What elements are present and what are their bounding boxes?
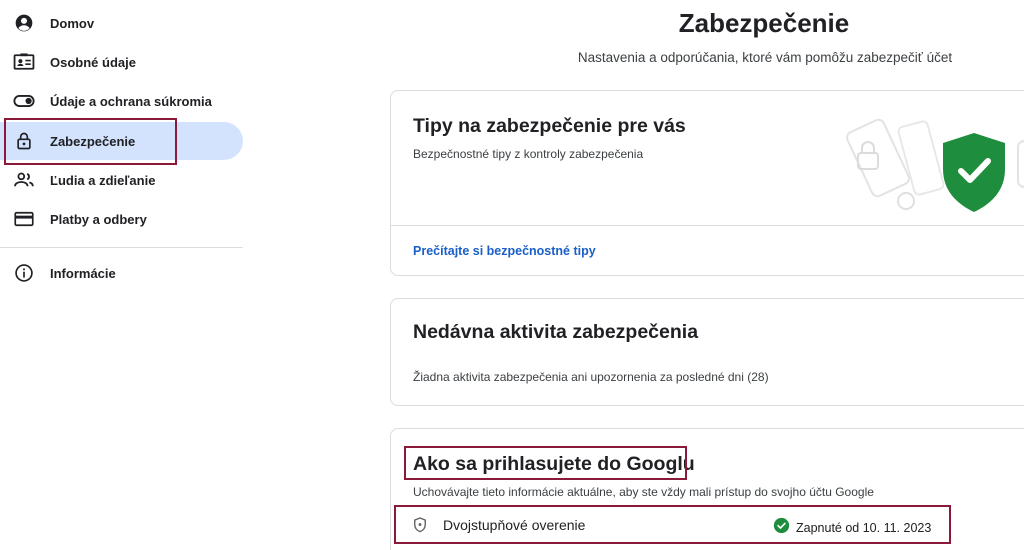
- sidebar-item-label: Domov: [50, 15, 95, 31]
- sidebar-item-label: Údaje a ochrana súkromia: [50, 93, 212, 109]
- security-tips-card: Tipy na zabezpečenie pre vás Bezpečnostn…: [390, 90, 1024, 276]
- card-title: Tipy na zabezpečenie pre vás: [413, 115, 686, 137]
- sidebar-item-about[interactable]: Informácie: [0, 254, 243, 292]
- credit-card-icon: [13, 208, 35, 230]
- shield-check-icon: [943, 133, 1005, 212]
- card-title: Nedávna aktivita zabezpečenia: [413, 321, 699, 343]
- card-description: Žiadna aktivita zabezpečenia ani upozorn…: [413, 370, 769, 384]
- sidebar-item-data-privacy[interactable]: Údaje a ochrana súkromia: [0, 82, 243, 120]
- people-icon: [13, 169, 35, 191]
- sidebar-item-personal-info[interactable]: Osobné údaje: [0, 43, 243, 81]
- recent-activity-card: Nedávna aktivita zabezpečenia Žiadna akt…: [390, 298, 1024, 406]
- read-security-tips-link[interactable]: Prečítajte si bezpečnostné tipy: [413, 244, 596, 258]
- toggle-icon: [13, 90, 35, 112]
- sidebar-item-label: Osobné údaje: [50, 54, 136, 70]
- phone-outline-icon: [846, 118, 945, 198]
- highlight-box: [4, 118, 177, 165]
- highlight-box: [394, 505, 951, 544]
- info-icon: [13, 262, 35, 284]
- sidebar-item-people-sharing[interactable]: Ľudia a zdieľanie: [0, 161, 243, 199]
- highlight-box: [404, 446, 687, 480]
- account-circle-icon: [13, 12, 35, 34]
- sidebar-item-payments[interactable]: Platby a odbery: [0, 200, 243, 238]
- security-illustration: [846, 111, 1024, 221]
- sidebar-item-label: Ľudia a zdieľanie: [50, 172, 156, 188]
- sidebar-divider: [0, 247, 243, 248]
- sidebar-nav: Domov Osobné údaje Údaje a ochrana súkro…: [0, 0, 243, 550]
- card-description: Bezpečnostné tipy z kontroly zabezpečeni…: [413, 147, 644, 161]
- bell-outline-icon: [897, 192, 915, 210]
- card-separator: [391, 225, 1024, 226]
- sidebar-item-label: Informácie: [50, 265, 116, 281]
- sidebar-item-label: Platby a odbery: [50, 211, 147, 227]
- id-card-icon: [13, 51, 35, 73]
- page-title: Zabezpečenie: [678, 8, 850, 38]
- padlock-outline-icon: [857, 141, 879, 170]
- card-description: Uchovávajte tieto informácie aktuálne, a…: [413, 485, 874, 499]
- sidebar-item-home[interactable]: Domov: [0, 4, 243, 42]
- page-subtitle: Nastavenia a odporúčania, ktoré vám pomô…: [577, 50, 953, 65]
